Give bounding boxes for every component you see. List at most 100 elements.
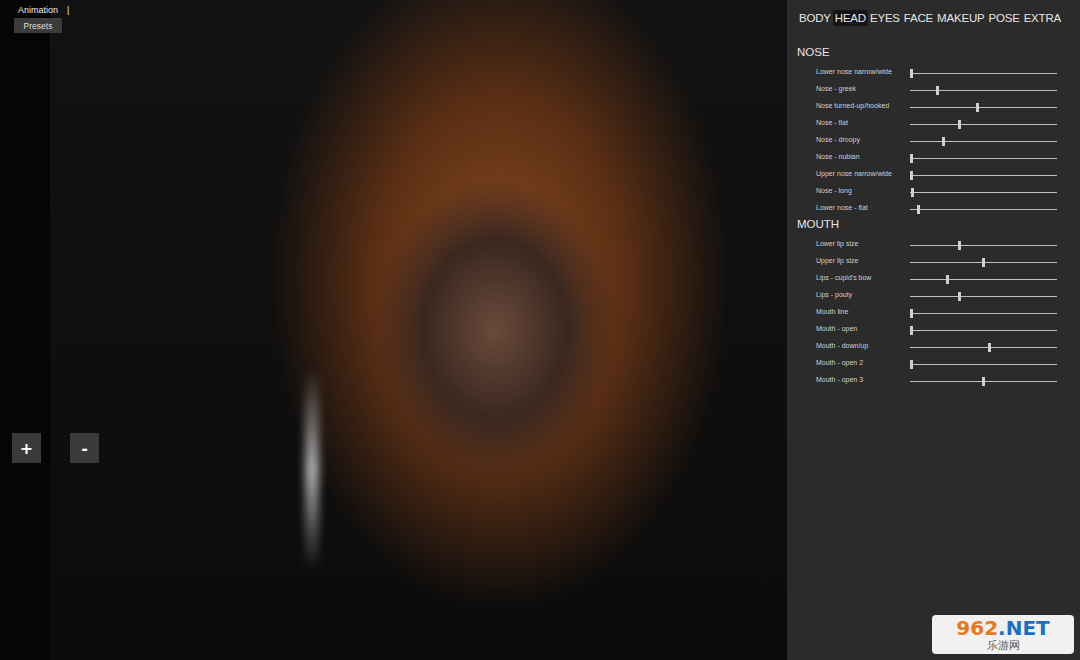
slider-row: Nose - greek [797,80,1080,97]
slider-track [910,73,1057,74]
slider[interactable] [910,152,1057,162]
slider-thumb[interactable] [988,343,991,352]
slider-track [910,175,1057,176]
slider-track [910,192,1057,193]
slider-thumb[interactable] [910,360,913,369]
slider-label: Mouth - open 2 [816,359,910,366]
slider-row: Mouth line [797,303,1080,320]
slider[interactable] [910,341,1057,351]
slider-track [910,124,1057,125]
slider-row: Lower nose - flat [797,199,1080,216]
slider-row: Nose - long [797,182,1080,199]
slider-label: Lower lip size [816,240,910,247]
slider[interactable] [910,307,1057,317]
slider-label: Mouth - down/up [816,342,910,349]
slider[interactable] [910,135,1057,145]
tab[interactable]: EXTRA [1022,10,1063,26]
presets-button[interactable]: Presets [14,18,62,33]
slider[interactable] [910,203,1057,213]
slider-thumb[interactable] [982,258,985,267]
slider-thumb[interactable] [910,309,913,318]
slider-thumb[interactable] [958,241,961,250]
slider-label: Mouth - open 3 [816,376,910,383]
slider-label: Nose - flat [816,119,910,126]
slider-thumb[interactable] [958,292,961,301]
slider-track [910,364,1057,365]
slider[interactable] [910,169,1057,179]
slider-label: Lips - cupid's bow [816,274,910,281]
slider-thumb[interactable] [942,137,945,146]
slider-row: Upper lip size [797,252,1080,269]
slider-thumb[interactable] [946,275,949,284]
slider-row: Mouth - open [797,320,1080,337]
slider-thumb[interactable] [911,188,914,197]
render-highlight [305,370,319,570]
slider-thumb[interactable] [910,69,913,78]
slider-row: Nose - droopy [797,131,1080,148]
slider-label: Nose - droopy [816,136,910,143]
zoom-button[interactable]: - [70,433,99,463]
toolbar: Animation | Presets [14,5,787,33]
slider-row: Mouth - down/up [797,337,1080,354]
character-render[interactable] [50,0,787,660]
slider-thumb[interactable] [910,171,913,180]
zoom-button[interactable]: + [12,433,41,463]
slider-label: Lips - pouty [816,291,910,298]
slider[interactable] [910,67,1057,77]
slider-track [910,347,1057,348]
tab[interactable]: HEAD [833,10,868,26]
settings-panel: BODYHEADEYESFACEMAKEUPPOSEEXTRA NOSE Low… [787,0,1080,660]
slider-track [910,279,1057,280]
watermark-subtitle: 乐游网 [987,639,1020,652]
slider-section: MOUTH Lower lip size Upper lip size Lips… [797,218,1080,388]
slider-row: Nose - flat [797,114,1080,131]
slider-track [910,158,1057,159]
slider-track [910,141,1057,142]
section-title: NOSE [797,46,1080,58]
slider-thumb[interactable] [936,86,939,95]
slider[interactable] [910,358,1057,368]
slider-thumb[interactable] [910,154,913,163]
slider-thumb[interactable] [958,120,961,129]
slider[interactable] [910,186,1057,196]
slider[interactable] [910,375,1057,385]
viewport[interactable]: Animation | Presets +- [0,0,787,660]
viewport-controls: Animation | Presets +- [0,0,787,463]
watermark: 962.NET 乐游网 [932,615,1074,654]
slider[interactable] [910,324,1057,334]
section-title: MOUTH [797,218,1080,230]
slider-thumb[interactable] [976,103,979,112]
slider-label: Nose - long [816,187,910,194]
slider-row: Mouth - open 2 [797,354,1080,371]
slider-thumb[interactable] [917,205,920,214]
slider[interactable] [910,290,1057,300]
slider[interactable] [910,118,1057,128]
watermark-logo: 962.NET [956,617,1049,639]
animation-label: Animation [18,5,58,15]
slider[interactable] [910,273,1057,283]
tab[interactable]: EYES [868,10,902,26]
slider-track [910,313,1057,314]
slider-label: Nose turned-up/hooked [816,102,910,109]
animation-selector[interactable]: Animation | [14,5,787,15]
tab[interactable]: POSE [986,10,1021,26]
slider-thumb[interactable] [982,377,985,386]
slider-row: Mouth - open 3 [797,371,1080,388]
slider[interactable] [910,84,1057,94]
slider[interactable] [910,101,1057,111]
slider-label: Mouth line [816,308,910,315]
slider-section: NOSE Lower nose narrow/wide Nose - greek… [797,46,1080,216]
slider[interactable] [910,256,1057,266]
zoom-controls: +- [12,433,787,463]
slider-thumb[interactable] [910,326,913,335]
slider-row: Lower lip size [797,235,1080,252]
tab[interactable]: BODY [797,10,833,26]
tab[interactable]: MAKEUP [935,10,986,26]
slider-track [910,107,1057,108]
slider-track [910,296,1057,297]
character-editor: Animation | Presets +- BODYHEADEYESFACEM… [0,0,1080,660]
tab[interactable]: FACE [902,10,935,26]
slider-label: Nose - greek [816,85,910,92]
slider-label: Upper nose narrow/wide [816,170,910,177]
slider[interactable] [910,239,1057,249]
